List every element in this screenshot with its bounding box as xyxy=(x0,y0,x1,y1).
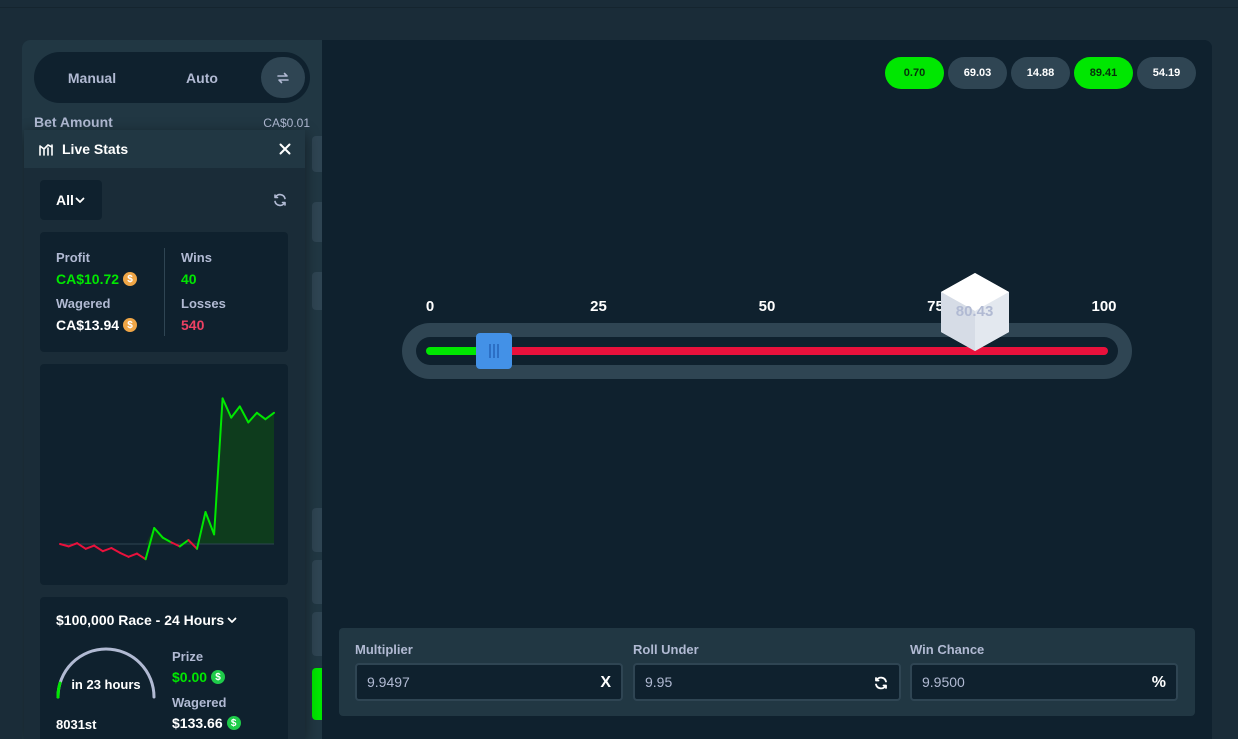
slider-track-inner xyxy=(416,337,1118,365)
losses-label: Losses xyxy=(181,296,226,311)
bet-input-edge[interactable] xyxy=(312,136,322,172)
race-prize-label: Prize xyxy=(172,649,204,664)
chart-segment xyxy=(127,552,138,558)
profit-value: CA$10.72 $ xyxy=(56,271,138,287)
multiplier-label: Multiplier xyxy=(355,642,413,657)
race-time-left: in 23 hours xyxy=(71,677,141,692)
history-pill[interactable]: 14.88 xyxy=(1011,57,1070,89)
manual-tab[interactable]: Manual xyxy=(39,57,145,98)
chart-segment xyxy=(110,547,121,554)
win-chance-value: 9.9500 xyxy=(922,674,965,690)
race-card: $100,000 Race - 24 Hours in 23 hours 803… xyxy=(40,597,288,739)
stats-filter-dropdown[interactable]: All xyxy=(40,180,102,220)
game-board: 0.70 69.03 14.88 89.41 54.19 0 25 50 75 100 80.4… xyxy=(322,40,1212,739)
race-rank: 8031st xyxy=(56,717,97,732)
roll-under-value: 9.95 xyxy=(645,674,673,690)
multiplier-group: Multiplier 9.9497 X xyxy=(355,642,623,701)
bet-amount-label: Bet Amount xyxy=(34,114,113,130)
wins-value: 40 xyxy=(181,271,197,287)
race-title: $100,000 Race - 24 Hours xyxy=(56,612,225,628)
wagered-label: Wagered xyxy=(56,296,111,311)
profit-area xyxy=(60,398,274,544)
live-stats-header: Live Stats xyxy=(24,130,305,168)
sidebar-control-edge[interactable] xyxy=(312,508,322,552)
losses-value: 540 xyxy=(181,317,205,333)
win-chance-input[interactable]: 9.9500 % xyxy=(910,663,1178,701)
close-icon[interactable] xyxy=(277,141,293,157)
chart-segment xyxy=(101,547,113,553)
slider-handle[interactable] xyxy=(475,333,512,369)
roll-under-label: Roll Under xyxy=(633,642,699,657)
roll-under-input[interactable]: 9.95 xyxy=(633,663,901,701)
bet-amount-value: CA$0.01 xyxy=(263,116,310,130)
multiplier-suffix: X xyxy=(600,674,611,691)
swap-mode-button[interactable] xyxy=(261,57,305,98)
live-stats-panel: Live Stats All Profit CA$10.72 $ Wagered … xyxy=(24,130,305,739)
sidebar-control-edge[interactable] xyxy=(312,612,322,656)
win-chance-label: Win Chance xyxy=(910,642,985,657)
stats-summary-card: Profit CA$10.72 $ Wagered CA$13.94 $ Wins … xyxy=(40,232,288,352)
scale-label: 50 xyxy=(758,298,776,315)
profit-label: Profit xyxy=(56,250,90,265)
multiplier-input[interactable]: 9.9497 X xyxy=(355,663,623,701)
dice-game-frame: Manual Auto Bet Amount CA$0.01 Live Stat… xyxy=(22,40,1212,739)
chevron-down-icon xyxy=(227,617,237,623)
coin-icon: $ xyxy=(123,318,138,332)
win-chance-suffix: % xyxy=(1151,674,1166,691)
roll-under-group: Roll Under 9.95 xyxy=(633,642,901,701)
history-pill[interactable]: 54.19 xyxy=(1137,57,1196,89)
chart-segment xyxy=(118,551,130,558)
history-pill[interactable]: 89.41 xyxy=(1074,57,1133,89)
stats-filter-value: All xyxy=(56,192,74,208)
coin-icon: $ xyxy=(123,272,138,286)
chart-segment xyxy=(84,544,96,550)
live-stats-title: Live Stats xyxy=(62,141,129,157)
sidebar-control-edge[interactable] xyxy=(312,272,322,310)
wagered-value: CA$13.94 $ xyxy=(56,317,138,333)
scale-label: 0 xyxy=(425,298,435,315)
wins-label: Wins xyxy=(181,250,212,265)
race-timer-gauge xyxy=(56,647,156,699)
sidebar-control-edge[interactable] xyxy=(312,202,322,242)
swap-arrows-icon xyxy=(277,72,289,83)
last-roll-result: 80.43 xyxy=(955,303,994,320)
race-wagered-label: Wagered xyxy=(172,695,227,710)
mode-toggle: Manual Auto xyxy=(34,52,310,103)
history-pill[interactable]: 0.70 xyxy=(885,57,944,89)
profit-chart xyxy=(59,397,275,561)
refresh-icon[interactable] xyxy=(873,675,889,691)
chevron-down-icon xyxy=(75,197,85,203)
refresh-icon[interactable] xyxy=(272,192,288,208)
coin-icon: $ xyxy=(226,716,241,730)
chart-segment xyxy=(136,552,147,561)
race-prize-value: $0.00 $ xyxy=(172,669,226,685)
sidebar-control-edge[interactable] xyxy=(312,560,322,604)
auto-tab[interactable]: Auto xyxy=(149,57,255,98)
coin-icon: $ xyxy=(211,670,226,684)
history-pill[interactable]: 69.03 xyxy=(948,57,1007,89)
top-bar xyxy=(0,0,1238,8)
loss-range-bar xyxy=(493,347,1108,355)
multiplier-value: 9.9497 xyxy=(367,674,410,690)
win-chance-group: Win Chance 9.9500 % xyxy=(910,642,1178,701)
scale-label: 25 xyxy=(590,298,607,315)
bet-parameters: Multiplier 9.9497 X Roll Under 9.95 Win … xyxy=(339,628,1195,716)
profit-chart-card xyxy=(40,364,288,585)
bar-chart-icon xyxy=(39,144,53,156)
race-wagered-value: $133.66 $ xyxy=(172,715,241,731)
bet-button-edge[interactable] xyxy=(312,668,322,720)
chart-segment xyxy=(93,544,104,553)
roll-history: 0.70 69.03 14.88 89.41 54.19 xyxy=(885,57,1196,89)
race-dropdown[interactable]: $100,000 Race - 24 Hours xyxy=(56,612,238,628)
scale-label: 100 xyxy=(1091,298,1117,315)
